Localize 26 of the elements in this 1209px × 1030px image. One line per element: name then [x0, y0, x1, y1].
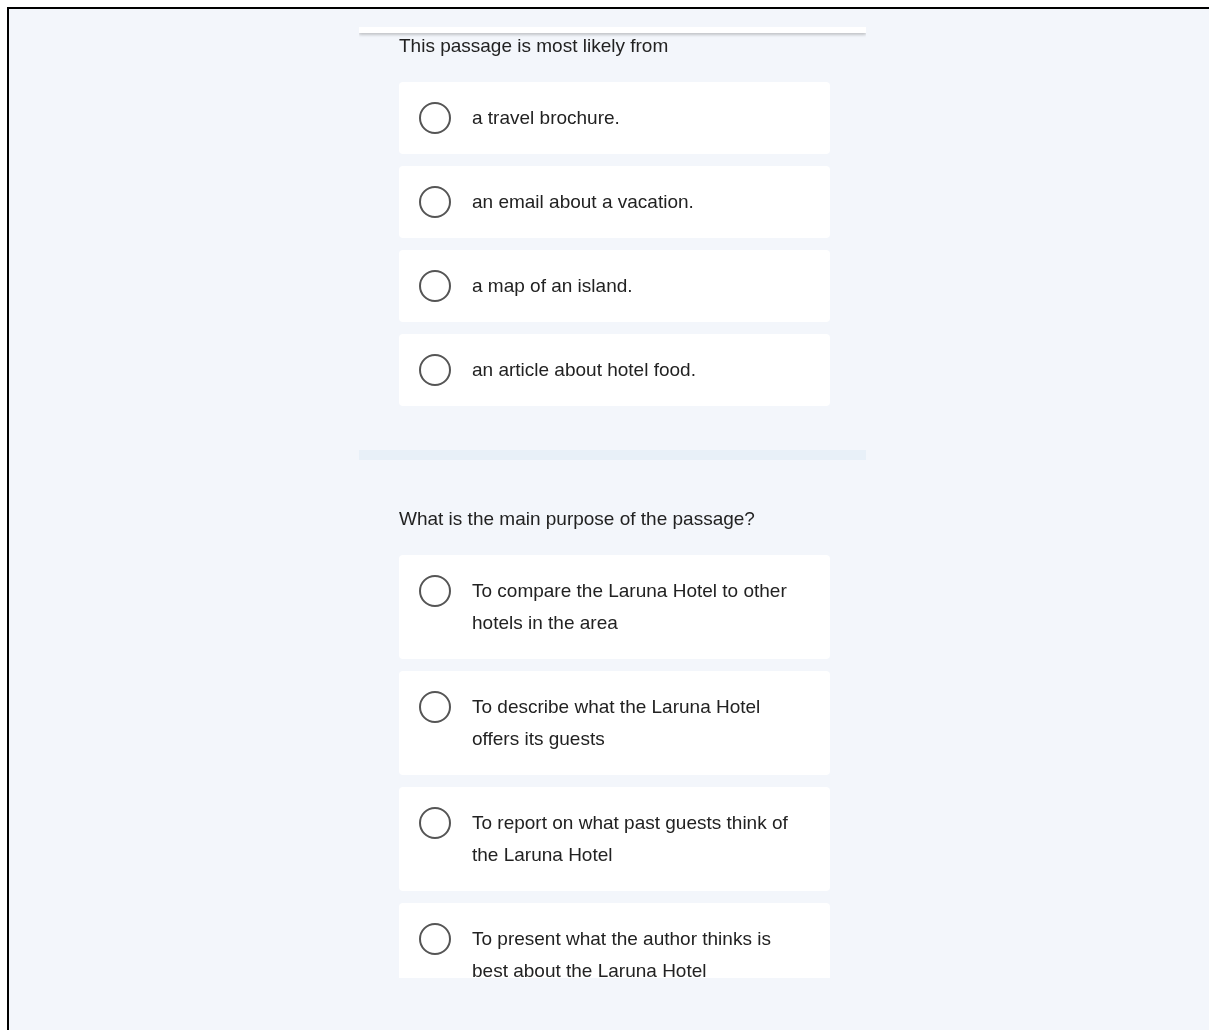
option-text: To report on what past guests think of the Laruna Hotel — [472, 811, 789, 867]
radio-button[interactable] — [419, 923, 451, 955]
answer-option[interactable]: To present what the author thinks is best about the Laruna Hotel — [399, 903, 830, 978]
answer-option[interactable]: an article about hotel food. — [399, 334, 830, 406]
option-text: a map of an island. — [472, 274, 633, 298]
radio-button[interactable] — [419, 691, 451, 723]
question-prompt: This passage is most likely from — [398, 35, 670, 57]
answer-option[interactable]: an email about a vacation. — [399, 166, 830, 238]
radio-button[interactable] — [419, 270, 451, 302]
option-text: an article about hotel food. — [472, 358, 696, 382]
question-prompt: What is the main purpose of the passage? — [398, 508, 756, 530]
answer-option[interactable]: To report on what past guests think of the Laruna Hotel — [399, 787, 830, 891]
radio-button[interactable] — [419, 807, 451, 839]
option-text: an email about a vacation. — [472, 190, 694, 214]
radio-button[interactable] — [419, 186, 451, 218]
option-text: To present what the author thinks is best about the Laruna Hotel — [472, 927, 772, 978]
answer-option[interactable]: To compare the Laruna Hotel to other hotels in the area — [399, 555, 830, 659]
answer-option[interactable]: To describe what the Laruna Hotel offers its guests — [399, 671, 830, 775]
answer-option[interactable]: a map of an island. — [399, 250, 830, 322]
option-text: a travel brochure. — [472, 106, 620, 130]
radio-button[interactable] — [419, 575, 451, 607]
option-text: To describe what the Laruna Hotel offers its guests — [472, 695, 762, 751]
radio-button[interactable] — [419, 354, 451, 386]
option-text: To compare the Laruna Hotel to other hotels in the area — [472, 579, 788, 635]
answer-option[interactable]: a travel brochure. — [399, 82, 830, 154]
radio-button[interactable] — [419, 102, 451, 134]
